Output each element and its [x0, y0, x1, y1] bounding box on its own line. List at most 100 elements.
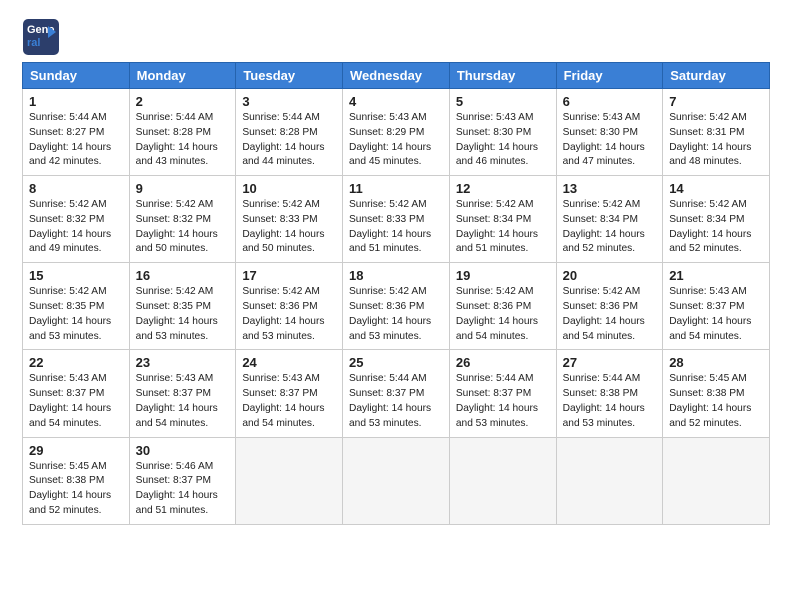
day-number: 12: [456, 181, 550, 196]
day-info: Sunrise: 5:42 AM Sunset: 8:35 PM Dayligh…: [29, 285, 123, 344]
day-number: 29: [29, 443, 123, 458]
day-number: 30: [136, 443, 230, 458]
day-info: Sunrise: 5:42 AM Sunset: 8:34 PM Dayligh…: [456, 198, 550, 257]
day-cell: 16Sunrise: 5:42 AM Sunset: 8:35 PM Dayli…: [129, 263, 236, 350]
day-number: 28: [669, 355, 763, 370]
day-cell: [449, 437, 556, 524]
day-number: 15: [29, 268, 123, 283]
day-info: Sunrise: 5:43 AM Sunset: 8:30 PM Dayligh…: [456, 111, 550, 170]
logo-icon: Gene ral: [22, 18, 60, 56]
day-cell: 20 Sunrise: 5:42 AM Sunset: 8:36 PM Dayli…: [556, 263, 663, 350]
day-info: Sunrise: 5:42 AM Sunset: 8:33 PM Dayligh…: [242, 198, 336, 257]
day-cell: 23Sunrise: 5:43 AM Sunset: 8:37 PM Dayli…: [129, 350, 236, 437]
logo: Gene ral: [22, 18, 64, 56]
day-cell: 7 Sunrise: 5:42 AM Sunset: 8:31 PM Daylig…: [663, 89, 770, 176]
day-info: Sunrise: 5:43 AM Sunset: 8:37 PM Dayligh…: [669, 285, 763, 344]
col-header-monday: Monday: [129, 63, 236, 89]
day-cell: 4Sunrise: 5:43 AM Sunset: 8:29 PM Daylig…: [343, 89, 450, 176]
day-cell: 1 Sunrise: 5:44 AM Sunset: 8:27 PM Daylig…: [23, 89, 130, 176]
week-row-1: 1 Sunrise: 5:44 AM Sunset: 8:27 PM Daylig…: [23, 89, 770, 176]
day-info: Sunrise: 5:42 AM Sunset: 8:31 PM Dayligh…: [669, 111, 763, 170]
day-number: 10: [242, 181, 336, 196]
day-info: Sunrise: 5:43 AM Sunset: 8:29 PM Dayligh…: [349, 111, 443, 170]
day-info: Sunrise: 5:42 AM Sunset: 8:34 PM Dayligh…: [669, 198, 763, 257]
day-cell: [663, 437, 770, 524]
day-cell: 21 Sunrise: 5:43 AM Sunset: 8:37 PM Dayli…: [663, 263, 770, 350]
day-cell: 5 Sunrise: 5:43 AM Sunset: 8:30 PM Daylig…: [449, 89, 556, 176]
day-cell: 6 Sunrise: 5:43 AM Sunset: 8:30 PM Daylig…: [556, 89, 663, 176]
day-number: 3: [242, 94, 336, 109]
svg-text:ral: ral: [27, 37, 40, 49]
calendar-header-row: SundayMondayTuesdayWednesdayThursdayFrid…: [23, 63, 770, 89]
day-info: Sunrise: 5:42 AM Sunset: 8:32 PM Dayligh…: [136, 198, 230, 257]
day-info: Sunrise: 5:42 AM Sunset: 8:34 PM Dayligh…: [563, 198, 657, 257]
day-info: Sunrise: 5:42 AM Sunset: 8:32 PM Dayligh…: [29, 198, 123, 257]
day-cell: 14 Sunrise: 5:42 AM Sunset: 8:34 PM Dayli…: [663, 176, 770, 263]
day-cell: 11 Sunrise: 5:42 AM Sunset: 8:33 PM Dayli…: [343, 176, 450, 263]
day-cell: 26 Sunrise: 5:44 AM Sunset: 8:37 PM Dayli…: [449, 350, 556, 437]
day-number: 25: [349, 355, 443, 370]
week-row-3: 15 Sunrise: 5:42 AM Sunset: 8:35 PM Dayli…: [23, 263, 770, 350]
day-info: Sunrise: 5:44 AM Sunset: 8:37 PM Dayligh…: [456, 372, 550, 431]
day-info: Sunrise: 5:42 AM Sunset: 8:36 PM Dayligh…: [563, 285, 657, 344]
week-row-2: 8Sunrise: 5:42 AM Sunset: 8:32 PM Daylig…: [23, 176, 770, 263]
day-number: 19: [456, 268, 550, 283]
day-info: Sunrise: 5:42 AM Sunset: 8:36 PM Dayligh…: [242, 285, 336, 344]
day-info: Sunrise: 5:43 AM Sunset: 8:37 PM Dayligh…: [29, 372, 123, 431]
week-row-5: 29 Sunrise: 5:45 AM Sunset: 8:38 PM Dayli…: [23, 437, 770, 524]
day-cell: 30 Sunrise: 5:46 AM Sunset: 8:37 PM Dayli…: [129, 437, 236, 524]
day-number: 6: [563, 94, 657, 109]
day-cell: 2 Sunrise: 5:44 AM Sunset: 8:28 PM Daylig…: [129, 89, 236, 176]
day-cell: 15 Sunrise: 5:42 AM Sunset: 8:35 PM Dayli…: [23, 263, 130, 350]
day-number: 26: [456, 355, 550, 370]
day-cell: 9 Sunrise: 5:42 AM Sunset: 8:32 PM Daylig…: [129, 176, 236, 263]
day-info: Sunrise: 5:44 AM Sunset: 8:28 PM Dayligh…: [136, 111, 230, 170]
page: Gene ral SundayMondayTuesdayWednesdayThu…: [0, 0, 792, 612]
day-number: 11: [349, 181, 443, 196]
day-cell: 25 Sunrise: 5:44 AM Sunset: 8:37 PM Dayli…: [343, 350, 450, 437]
day-info: Sunrise: 5:44 AM Sunset: 8:27 PM Dayligh…: [29, 111, 123, 170]
day-cell: 18 Sunrise: 5:42 AM Sunset: 8:36 PM Dayli…: [343, 263, 450, 350]
day-number: 2: [136, 94, 230, 109]
day-cell: [343, 437, 450, 524]
day-cell: 13Sunrise: 5:42 AM Sunset: 8:34 PM Dayli…: [556, 176, 663, 263]
day-cell: 24 Sunrise: 5:43 AM Sunset: 8:37 PM Dayli…: [236, 350, 343, 437]
day-number: 5: [456, 94, 550, 109]
day-info: Sunrise: 5:42 AM Sunset: 8:36 PM Dayligh…: [456, 285, 550, 344]
day-cell: 10 Sunrise: 5:42 AM Sunset: 8:33 PM Dayli…: [236, 176, 343, 263]
day-info: Sunrise: 5:44 AM Sunset: 8:28 PM Dayligh…: [242, 111, 336, 170]
col-header-wednesday: Wednesday: [343, 63, 450, 89]
day-info: Sunrise: 5:45 AM Sunset: 8:38 PM Dayligh…: [669, 372, 763, 431]
col-header-friday: Friday: [556, 63, 663, 89]
day-number: 24: [242, 355, 336, 370]
day-cell: 29 Sunrise: 5:45 AM Sunset: 8:38 PM Dayli…: [23, 437, 130, 524]
day-cell: 28 Sunrise: 5:45 AM Sunset: 8:38 PM Dayli…: [663, 350, 770, 437]
col-header-sunday: Sunday: [23, 63, 130, 89]
calendar-table: SundayMondayTuesdayWednesdayThursdayFrid…: [22, 62, 770, 525]
day-number: 7: [669, 94, 763, 109]
day-number: 21: [669, 268, 763, 283]
day-info: Sunrise: 5:45 AM Sunset: 8:38 PM Dayligh…: [29, 460, 123, 519]
day-number: 14: [669, 181, 763, 196]
day-info: Sunrise: 5:43 AM Sunset: 8:37 PM Dayligh…: [136, 372, 230, 431]
day-number: 22: [29, 355, 123, 370]
day-cell: 8Sunrise: 5:42 AM Sunset: 8:32 PM Daylig…: [23, 176, 130, 263]
day-number: 20: [563, 268, 657, 283]
day-number: 9: [136, 181, 230, 196]
day-cell: 3 Sunrise: 5:44 AM Sunset: 8:28 PM Daylig…: [236, 89, 343, 176]
col-header-thursday: Thursday: [449, 63, 556, 89]
day-info: Sunrise: 5:43 AM Sunset: 8:37 PM Dayligh…: [242, 372, 336, 431]
day-info: Sunrise: 5:42 AM Sunset: 8:36 PM Dayligh…: [349, 285, 443, 344]
day-info: Sunrise: 5:44 AM Sunset: 8:37 PM Dayligh…: [349, 372, 443, 431]
col-header-saturday: Saturday: [663, 63, 770, 89]
day-cell: 22 Sunrise: 5:43 AM Sunset: 8:37 PM Dayli…: [23, 350, 130, 437]
day-info: Sunrise: 5:42 AM Sunset: 8:33 PM Dayligh…: [349, 198, 443, 257]
day-number: 18: [349, 268, 443, 283]
day-info: Sunrise: 5:42 AM Sunset: 8:35 PM Dayligh…: [136, 285, 230, 344]
day-info: Sunrise: 5:46 AM Sunset: 8:37 PM Dayligh…: [136, 460, 230, 519]
header: Gene ral: [22, 18, 770, 56]
day-number: 17: [242, 268, 336, 283]
day-info: Sunrise: 5:43 AM Sunset: 8:30 PM Dayligh…: [563, 111, 657, 170]
day-number: 1: [29, 94, 123, 109]
week-row-4: 22 Sunrise: 5:43 AM Sunset: 8:37 PM Dayli…: [23, 350, 770, 437]
